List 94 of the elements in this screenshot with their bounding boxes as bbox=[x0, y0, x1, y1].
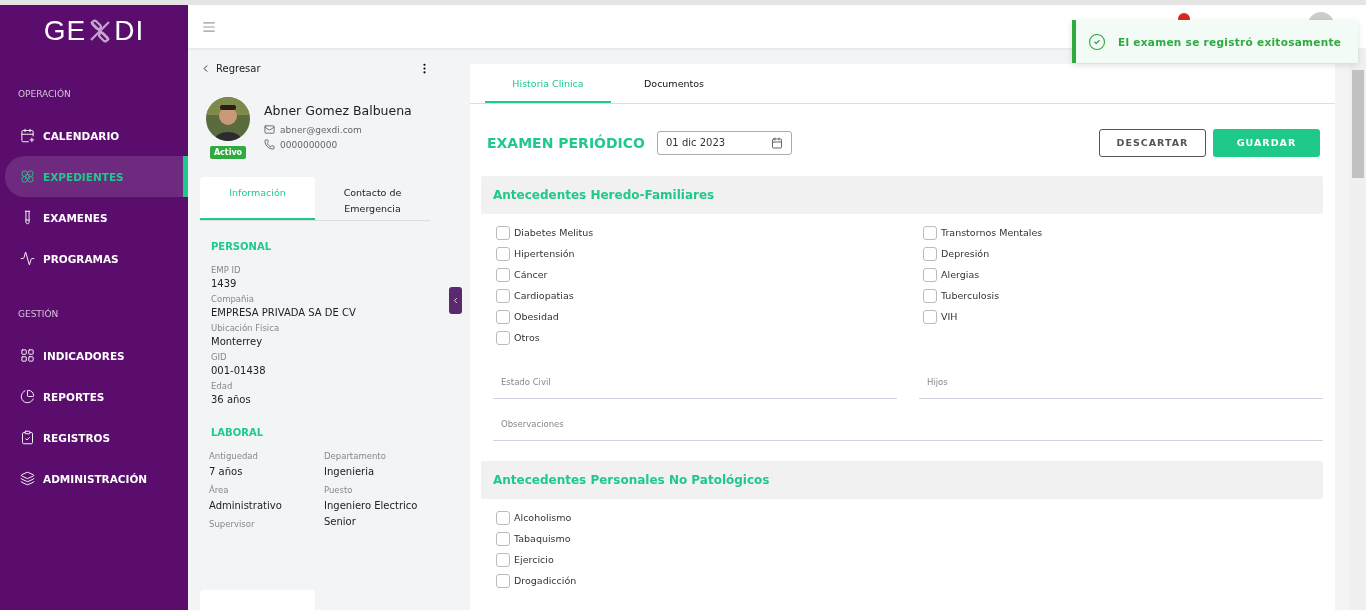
input-field[interactable]: Observaciones bbox=[493, 404, 1323, 441]
field-value: 36 años bbox=[211, 394, 252, 405]
checkbox-item[interactable]: Alergias bbox=[923, 264, 1335, 285]
field-label: Antiguedad bbox=[209, 451, 259, 461]
checkbox-item[interactable]: Cardiopatias bbox=[496, 285, 923, 306]
toast-message: El examen se registró exitosamente bbox=[1118, 35, 1342, 48]
pulse-icon bbox=[20, 251, 35, 266]
nav-item[interactable]: REGISTROS bbox=[0, 417, 188, 458]
pie-chart-icon bbox=[20, 389, 35, 404]
grid-icon bbox=[20, 348, 35, 363]
checkbox-item[interactable]: Tuberculosis bbox=[923, 285, 1335, 306]
date-field[interactable]: 01 dic 2023 bbox=[657, 130, 792, 155]
field-value: Ingenieria bbox=[324, 465, 376, 479]
section-title: PERSONAL bbox=[211, 241, 273, 252]
scrollbar-thumb[interactable] bbox=[1351, 70, 1364, 178]
checkbox[interactable] bbox=[496, 531, 510, 546]
checkbox-item[interactable]: Hipertensión bbox=[496, 243, 923, 264]
discard-button[interactable]: DESCARTAR bbox=[1099, 128, 1206, 157]
scrollbar[interactable] bbox=[1349, 48, 1366, 610]
nav-item[interactable]: EXPEDIENTES bbox=[5, 156, 188, 197]
field-value: Ingeniero Electrico Senior bbox=[324, 499, 419, 529]
input-field[interactable]: Hijos bbox=[919, 362, 1323, 399]
field-label: Departamento bbox=[324, 451, 387, 461]
checkbox-item[interactable]: Drogadicción bbox=[496, 570, 923, 591]
section-header: Antecedentes Personales No Patológicos bbox=[481, 461, 1323, 499]
field-value: 7 años bbox=[209, 465, 244, 479]
patient-name: Abner Gomez Balbuena bbox=[264, 103, 412, 118]
field-label: Puesto bbox=[324, 485, 354, 495]
checkbox-item[interactable]: VIH bbox=[923, 306, 1335, 327]
tab[interactable]: Contacto de Emergencia bbox=[315, 177, 430, 220]
calendar-icon bbox=[771, 136, 783, 149]
phone-number: 0000000000 bbox=[280, 139, 338, 150]
checkbox[interactable] bbox=[923, 288, 937, 303]
checkbox-item[interactable]: Depresión bbox=[923, 243, 1335, 264]
checkbox[interactable] bbox=[496, 309, 510, 324]
checkbox[interactable] bbox=[496, 246, 510, 261]
collapse-button[interactable] bbox=[449, 287, 462, 314]
mail-icon bbox=[264, 124, 275, 135]
back-link[interactable]: Regresar bbox=[200, 63, 261, 74]
field-value: EMPRESA PRIVADA SA DE CV bbox=[211, 307, 357, 318]
status-badge: Activo bbox=[209, 146, 247, 159]
section-title: GESTIÓN bbox=[17, 309, 60, 321]
field-label: Supervisor bbox=[209, 519, 256, 529]
section-title: LABORAL bbox=[211, 427, 265, 438]
checkbox-item[interactable]: Otros bbox=[496, 327, 923, 348]
field-value: 1439 bbox=[211, 278, 238, 289]
checkbox-item[interactable]: Tabaquismo bbox=[496, 528, 923, 549]
field-label: Edad bbox=[211, 381, 234, 391]
field-value: Administrativo bbox=[209, 499, 283, 513]
checkbox-item[interactable]: Alcoholismo bbox=[496, 507, 923, 528]
checkbox[interactable] bbox=[496, 573, 510, 588]
checkbox-item[interactable]: Obesidad bbox=[496, 306, 923, 327]
field-label: GID bbox=[211, 352, 228, 362]
input-field[interactable]: Estado Civil bbox=[493, 362, 897, 399]
flower-icon bbox=[20, 169, 35, 184]
section-header: Antecedentes Heredo-Familiares bbox=[481, 176, 1323, 214]
field-value: Monterrey bbox=[211, 336, 264, 347]
nav-item[interactable]: CALENDARIO bbox=[0, 115, 188, 156]
nav-item[interactable]: REPORTES bbox=[0, 376, 188, 417]
tab[interactable]: Documentos bbox=[611, 65, 737, 103]
checkbox-item[interactable]: Cáncer bbox=[496, 264, 923, 285]
phone-icon bbox=[264, 139, 275, 150]
field-label: Ubicación Física bbox=[211, 323, 281, 333]
nav-item[interactable]: INDICADORES bbox=[0, 335, 188, 376]
exam-title: EXAMEN PERIÓDICO bbox=[487, 134, 645, 151]
field-value: 001-01438 bbox=[211, 365, 267, 376]
checkbox-item[interactable]: Diabetes Melitus bbox=[496, 222, 923, 243]
nav-item[interactable]: EXAMENES bbox=[0, 197, 188, 238]
checkbox-item[interactable]: Ejercicio bbox=[496, 549, 923, 570]
field-label: Compañia bbox=[211, 294, 255, 304]
checkbox[interactable] bbox=[496, 225, 510, 240]
checkbox[interactable] bbox=[496, 330, 510, 345]
check-circle-icon bbox=[1088, 32, 1106, 51]
checkbox[interactable] bbox=[923, 309, 937, 324]
nav-item[interactable]: ADMINISTRACIÓN bbox=[0, 458, 188, 499]
nav-item[interactable]: PROGRAMAS bbox=[0, 238, 188, 279]
checkbox-item[interactable]: Transtornos Mentales bbox=[923, 222, 1335, 243]
layers-icon bbox=[20, 471, 35, 486]
checkbox[interactable] bbox=[923, 267, 937, 282]
chevron-left-icon bbox=[451, 296, 460, 305]
checkbox[interactable] bbox=[496, 288, 510, 303]
menu-icon[interactable] bbox=[202, 19, 216, 34]
email: abner@gexdi.com bbox=[280, 124, 362, 135]
field-label: EMP ID bbox=[211, 265, 242, 275]
checkbox[interactable] bbox=[496, 267, 510, 282]
section-title: OPERACIÓN bbox=[17, 89, 72, 101]
calendar-icon bbox=[20, 128, 35, 143]
checkbox[interactable] bbox=[923, 246, 937, 261]
checkbox[interactable] bbox=[496, 510, 510, 525]
logo: GE DI bbox=[42, 14, 146, 48]
checkbox[interactable] bbox=[496, 552, 510, 567]
checkbox[interactable] bbox=[923, 225, 937, 240]
clipboard-icon bbox=[20, 430, 35, 445]
field-label: Área bbox=[209, 485, 230, 495]
